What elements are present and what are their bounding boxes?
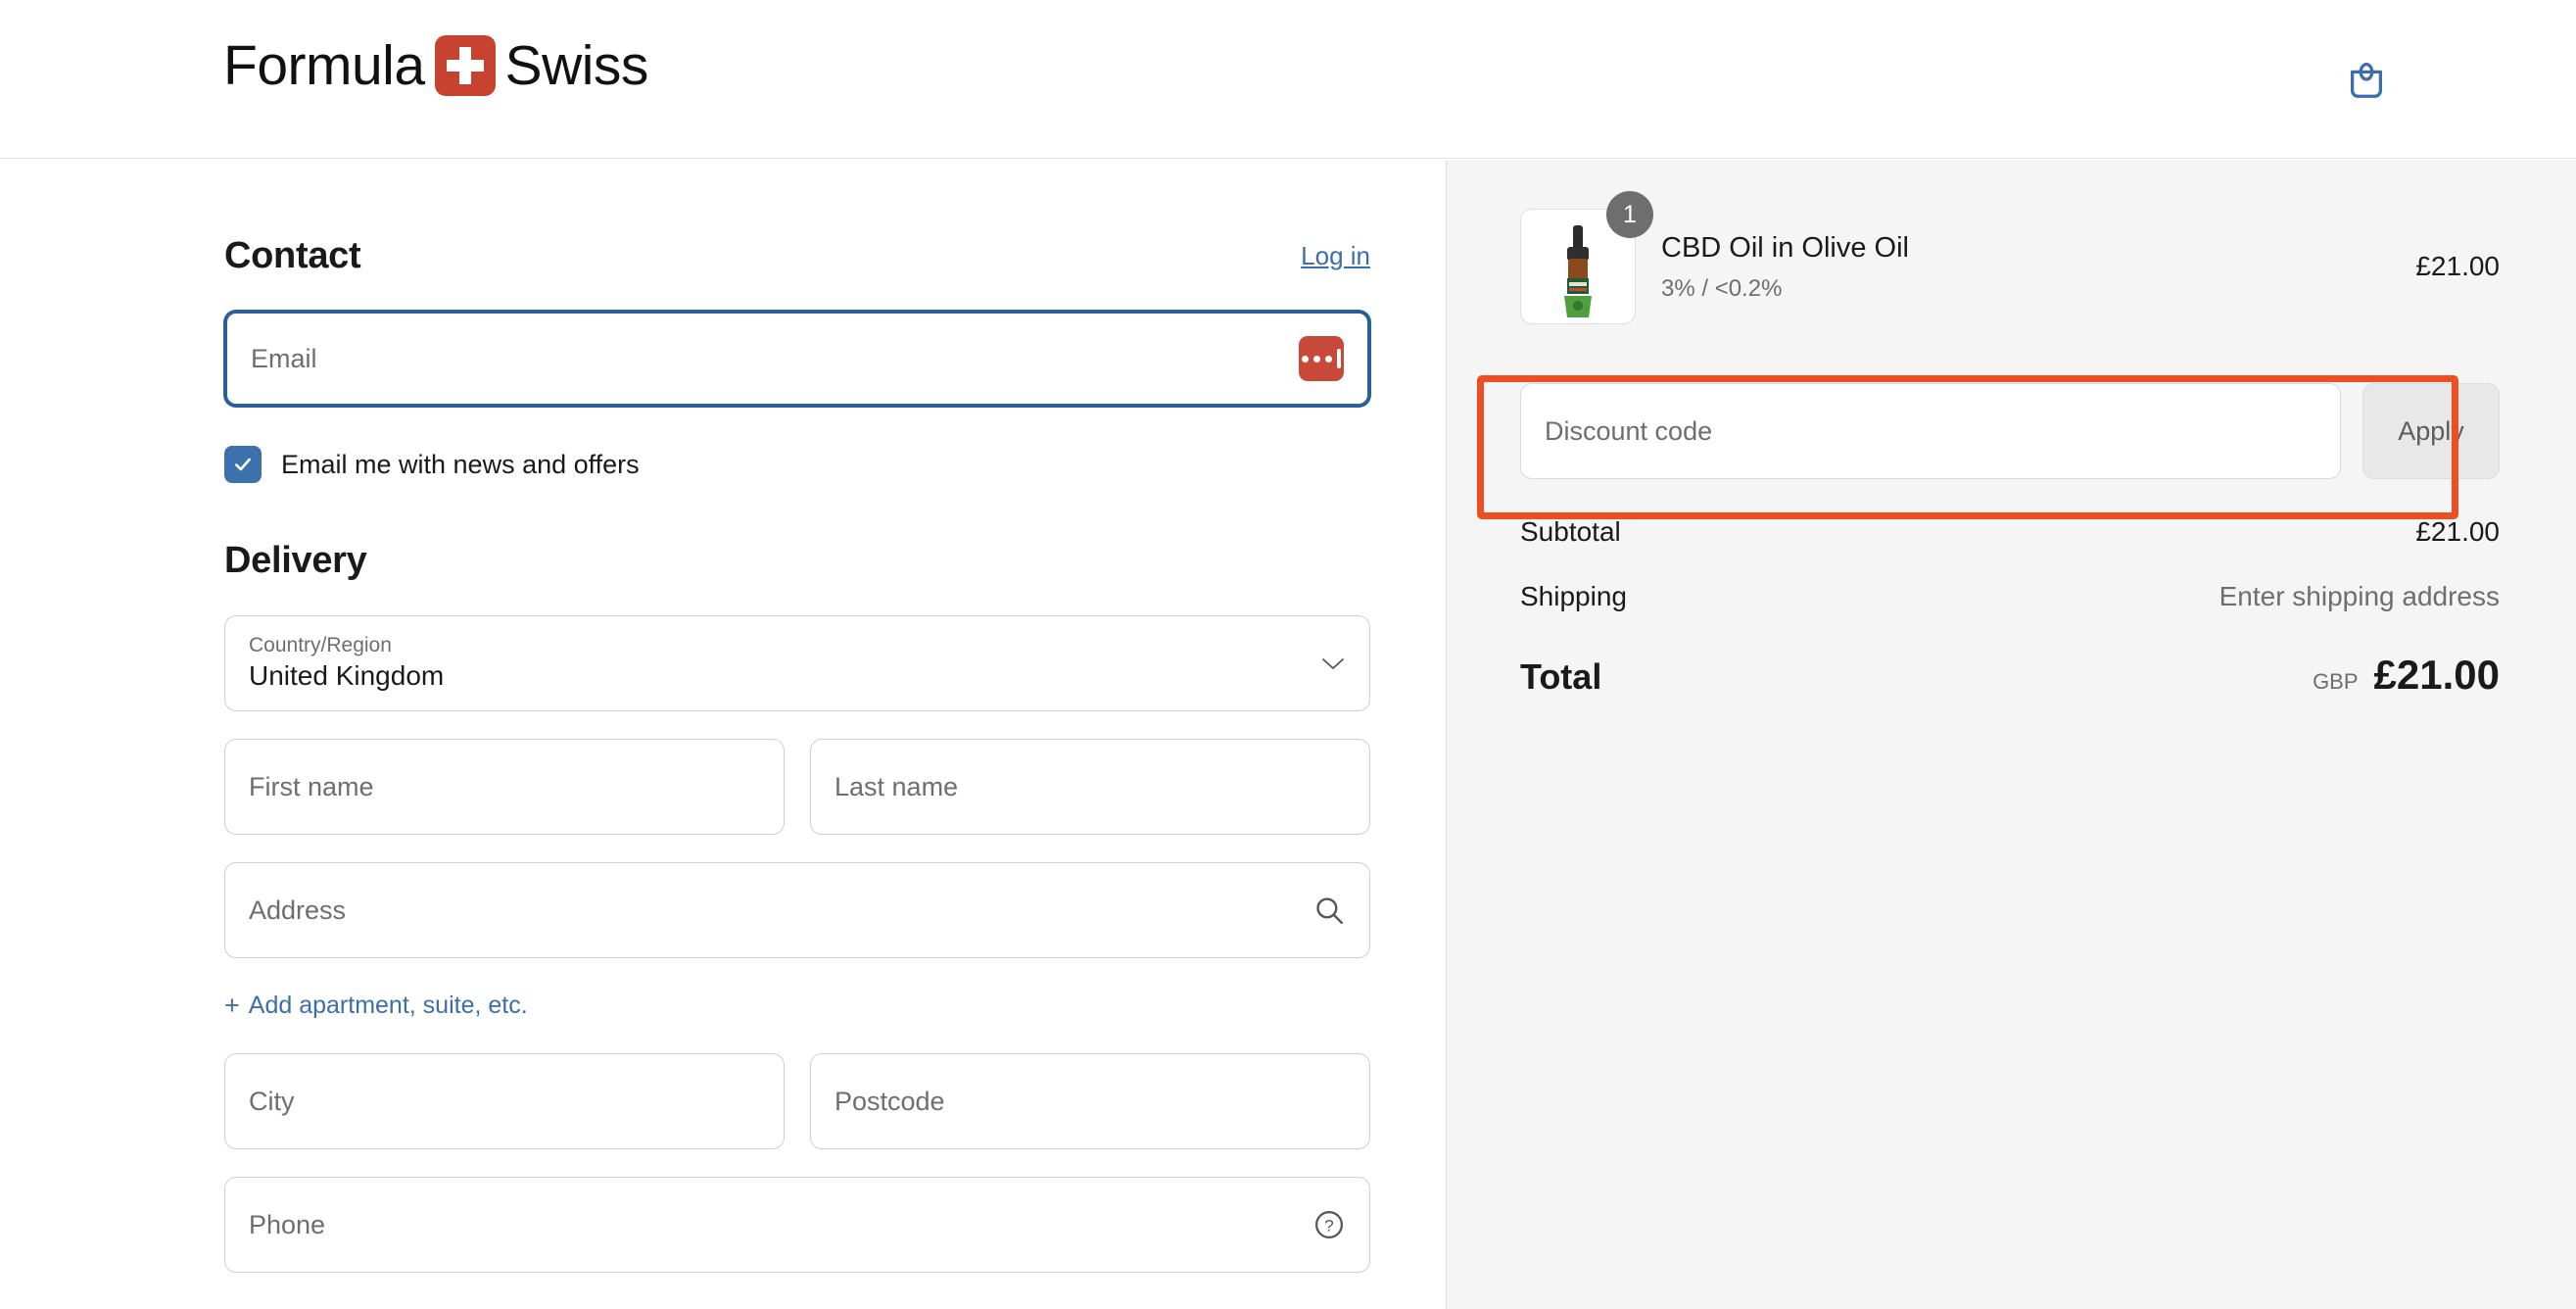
subtotal-value: £21.00 — [2415, 516, 2500, 547]
search-icon[interactable] — [1312, 894, 1346, 927]
postcode-field[interactable]: Postcode — [810, 1053, 1370, 1149]
last-name-placeholder: Last name — [835, 771, 959, 801]
email-placeholder: Email — [251, 343, 317, 373]
add-apartment-link[interactable]: + Add apartment, suite, etc. — [224, 992, 1370, 1020]
brand-logo[interactable]: Formula Swiss — [223, 35, 648, 96]
cart-button[interactable] — [2336, 49, 2397, 110]
total-label: Total — [1520, 656, 1602, 697]
phone-field[interactable]: Phone ? — [224, 1177, 1370, 1273]
shipping-value: Enter shipping address — [2218, 581, 2500, 611]
discount-code-placeholder: Discount code — [1545, 415, 1713, 446]
country-chevron-slot — [1320, 655, 1346, 671]
discount-code-input[interactable]: Discount code — [1520, 383, 2341, 479]
delivery-title: Delivery — [224, 540, 367, 581]
logo-text-formula: Formula — [223, 33, 425, 97]
newsletter-label: Email me with news and offers — [281, 449, 640, 479]
product-price: £21.00 — [2415, 251, 2500, 281]
help-circle-icon[interactable]: ? — [1312, 1208, 1346, 1241]
name-fields-row: First name Last name — [224, 739, 1370, 835]
city-placeholder: City — [249, 1086, 295, 1116]
country-label: Country/Region — [249, 633, 392, 656]
plus-icon: + — [224, 991, 240, 1020]
site-header: Formula Swiss — [0, 0, 2576, 159]
cbd-oil-dropper-bottle-icon — [1564, 225, 1592, 317]
discount-row: Discount code Apply — [1520, 383, 2500, 479]
subtotal-label: Subtotal — [1520, 516, 1621, 547]
logo-text-swiss: Swiss — [504, 33, 649, 97]
password-manager-icon[interactable] — [1299, 336, 1344, 381]
apply-discount-button[interactable]: Apply — [2362, 383, 2500, 479]
swiss-cross-icon — [434, 35, 496, 96]
login-link[interactable]: Log in — [1301, 241, 1370, 271]
first-name-field[interactable]: First name — [224, 739, 785, 835]
city-postcode-row: City Postcode — [224, 1053, 1370, 1149]
newsletter-row[interactable]: Email me with news and offers — [224, 446, 1370, 483]
total-row: Total GBP £21.00 — [1520, 652, 2500, 699]
address-search-slot — [1312, 894, 1346, 927]
shipping-row: Shipping Enter shipping address — [1520, 581, 2500, 612]
shopping-bag-icon — [2350, 63, 2383, 98]
check-icon — [235, 458, 251, 471]
contact-header: Contact Log in — [224, 235, 1370, 277]
contact-title: Contact — [224, 235, 361, 276]
add-apartment-label: Add apartment, suite, etc. — [248, 992, 528, 1019]
total-amount-group: GBP £21.00 — [2313, 652, 2500, 699]
total-currency: GBP — [2313, 669, 2359, 694]
chevron-down-icon — [1322, 658, 1344, 669]
phone-help-slot: ? — [1312, 1208, 1346, 1241]
postcode-placeholder: Postcode — [835, 1086, 945, 1116]
email-autofill-slot — [1299, 336, 1344, 381]
last-name-field[interactable]: Last name — [810, 739, 1370, 835]
city-field[interactable]: City — [224, 1053, 785, 1149]
line-item-details: CBD Oil in Olive Oil 3% / <0.2% — [1661, 230, 1909, 303]
line-item: 1 CBD Oil in Olive Oil 3% / <0.2% £21.00 — [1520, 191, 2500, 324]
shipping-label: Shipping — [1520, 581, 1627, 611]
quantity-badge: 1 — [1606, 191, 1653, 238]
country-value: United Kingdom — [249, 659, 445, 691]
checkout-form-column: Contact Log in Email Email me with news — [0, 160, 1445, 1309]
first-name-placeholder: First name — [249, 771, 374, 801]
country-select[interactable]: Country/Region United Kingdom — [224, 615, 1370, 711]
svg-text:?: ? — [1324, 1217, 1333, 1236]
address-placeholder: Address — [249, 895, 347, 925]
line-item-thumbnail-wrap: 1 — [1520, 191, 1653, 324]
order-summary-column: 1 CBD Oil in Olive Oil 3% / <0.2% £21.00… — [1446, 160, 2576, 1309]
phone-placeholder: Phone — [249, 1209, 326, 1239]
product-variant: 3% / <0.2% — [1661, 274, 1783, 302]
newsletter-checkbox[interactable] — [224, 446, 262, 483]
checkout-page: Formula Swiss Contact Log in Email Email… — [0, 0, 2576, 1309]
product-name: CBD Oil in Olive Oil — [1661, 232, 1909, 265]
subtotal-row: Subtotal £21.00 — [1520, 516, 2500, 548]
total-value: £21.00 — [2373, 652, 2500, 698]
email-field[interactable]: Email — [224, 311, 1370, 407]
address-field[interactable]: Address — [224, 862, 1370, 958]
